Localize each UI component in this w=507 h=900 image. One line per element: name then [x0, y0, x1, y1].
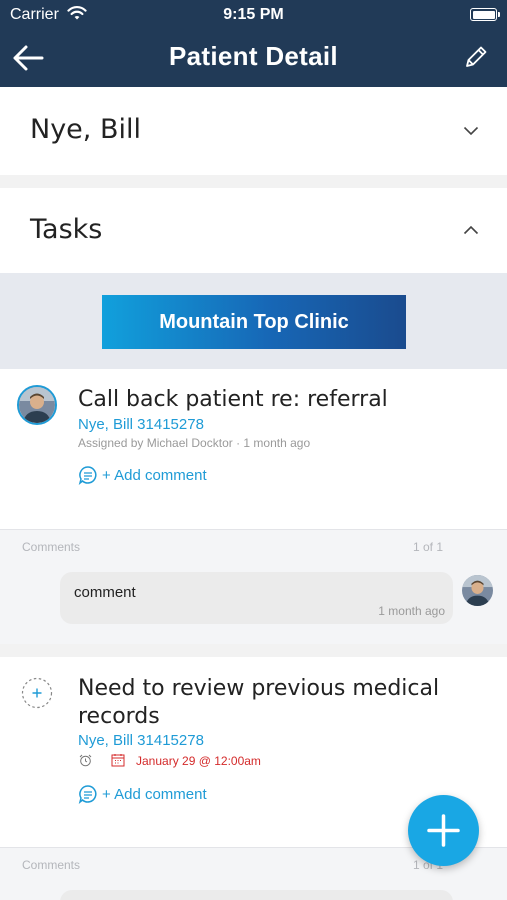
task-meta: Assigned by Michael Docktor · 1 month ag… — [78, 436, 311, 450]
battery-icon — [470, 8, 500, 21]
comment-icon — [78, 785, 97, 804]
plus-icon — [427, 814, 460, 847]
header-bar: Carrier 9:15 PM Patient Detail — [0, 0, 507, 87]
task-card[interactable]: Call back patient re: referral Nye, Bill… — [0, 369, 507, 529]
comments-label: Comments — [22, 858, 81, 872]
patient-accordion[interactable]: Nye, Bill — [0, 87, 507, 175]
task-title: Call back patient re: referral — [78, 387, 388, 412]
comment-time: 1 month ago — [378, 604, 445, 618]
task-patient-link[interactable]: Nye, Bill 31415278 — [78, 416, 204, 433]
comments-count: 1 of 1 — [412, 540, 443, 554]
add-comment-button[interactable]: + Add comment — [78, 784, 207, 804]
unassigned-add-icon[interactable] — [21, 677, 53, 709]
comment-text: comment — [74, 584, 136, 601]
edit-button[interactable] — [463, 44, 489, 70]
task-title-line1: Need to review previous medical — [78, 676, 440, 701]
clinic-band: Mountain Top Clinic — [0, 273, 507, 369]
add-comment-button[interactable]: + Add comment — [78, 465, 207, 485]
comments-panel: Comments 1 of 1 comment 1 month ago — [0, 529, 507, 644]
alarm-clock-icon — [79, 754, 92, 767]
chevron-up-icon — [463, 225, 479, 235]
page-title: Patient Detail — [169, 41, 338, 71]
comment-icon — [78, 466, 97, 485]
patient-name: Nye, Bill — [30, 114, 141, 145]
due-date: January 29 @ 12:00am — [136, 754, 261, 768]
tasks-accordion[interactable]: Tasks — [0, 188, 507, 273]
comment-bubble: comment 1 month ago — [60, 572, 453, 624]
task-patient-link[interactable]: Nye, Bill 31415278 — [78, 732, 204, 749]
status-bar: Carrier 9:15 PM — [0, 0, 507, 30]
add-comment-label: + Add comment — [102, 466, 207, 484]
comments-label: Comments — [22, 540, 81, 554]
add-task-fab[interactable] — [408, 795, 479, 866]
status-time: 9:15 PM — [223, 6, 284, 23]
tasks-title: Tasks — [30, 214, 103, 245]
clinic-button[interactable]: Mountain Top Clinic — [102, 295, 406, 349]
task-title-line2: records — [78, 704, 160, 729]
commenter-avatar — [462, 575, 493, 606]
assignee-avatar — [17, 385, 57, 425]
chevron-down-icon — [463, 126, 479, 136]
comment-bubble — [60, 890, 453, 900]
add-comment-label: + Add comment — [102, 785, 207, 803]
calendar-icon — [111, 754, 125, 767]
nav-bar: Patient Detail — [0, 30, 507, 87]
